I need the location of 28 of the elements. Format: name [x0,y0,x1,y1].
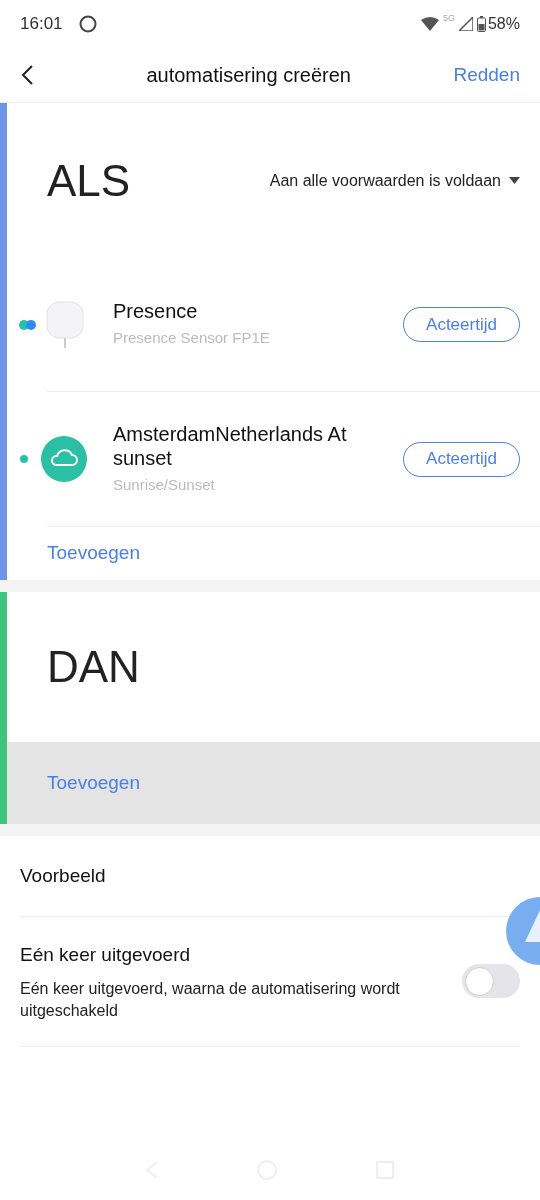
sensor-device-icon [45,299,85,350]
circle-icon [78,15,97,33]
wifi-icon [420,17,439,31]
section-heading: DAN [47,641,140,693]
condition-subtitle: Presence Sensor FP1E [113,328,271,349]
signal-icon [458,17,473,31]
page-title: automatisering creëren [145,63,352,88]
condition-mode-dropdown[interactable]: Aan alle voorwaarden is voldaan [269,168,520,193]
add-action-button[interactable]: Toevoegen [7,742,540,824]
preview-label[interactable]: Voorbeeld [20,861,106,891]
condition-name: Presence [113,299,199,324]
cloud-icon [41,436,87,482]
status-time: 16:01 [20,13,63,36]
condition-name: AmsterdamNetherlands At sunset [113,421,348,470]
setting-label: Eén keer uitgevoerd [20,943,192,967]
dot-icon [19,454,29,464]
battery-icon [476,16,486,32]
caret-icon [509,177,520,184]
condition-subtitle: Sunrise/Sunset [113,474,216,495]
save-button[interactable]: Redden [453,60,520,90]
network-label: 5G [442,12,455,25]
toggle-switch[interactable] [462,964,520,999]
section-heading: ALS [47,154,131,207]
back-icon [20,64,34,86]
battery-percent: 58% [487,14,520,34]
dual-dot-icon [19,319,37,330]
setting-description: Eén keer uitgevoerd, waarna de automatisering wordt uitgeschakeld [20,978,401,1021]
add-condition-button[interactable]: Toevoegen [47,539,140,568]
